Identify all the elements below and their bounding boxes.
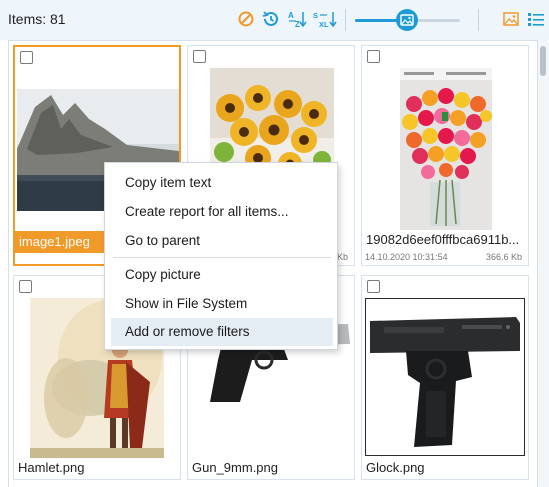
sort-size-icon[interactable]: S XL [313,9,337,29]
item-checkbox[interactable] [367,280,380,293]
vertical-scrollbar-thumb[interactable] [540,46,546,76]
image-view-icon[interactable] [501,9,521,29]
item-name: Hamlet.png [18,460,85,475]
menu-separator [113,257,331,258]
menu-item-go-to-parent[interactable]: Go to parent [111,227,333,255]
history-icon[interactable] [261,9,281,29]
thumbnail-size-slider-thumb[interactable] [396,9,418,31]
sort-alpha-icon[interactable]: AZ [287,9,309,29]
item-checkbox[interactable] [367,50,380,63]
menu-item-create-report[interactable]: Create report for all items... [111,198,333,226]
item-name: Glock.png [366,460,425,475]
toolbar: Items: 81 AZ S XL [0,0,549,40]
item-checkbox[interactable] [20,51,33,64]
menu-item-copy-picture[interactable]: Copy picture [111,261,333,289]
item-name: Gun_9mm.png [192,460,278,475]
svg-text:XL: XL [319,20,329,29]
menu-item-add-or-remove-filters[interactable]: Add or remove filters [111,318,333,346]
details-view-icon[interactable] [526,9,546,29]
grid-item[interactable]: Glock.png [361,275,529,480]
items-count: Items: 81 [8,11,66,27]
menu-item-copy-item-text[interactable]: Copy item text [111,169,333,197]
no-filter-icon[interactable] [236,9,256,29]
item-checkbox[interactable] [19,280,32,293]
item-checkbox[interactable] [193,50,206,63]
context-menu: Copy item text Create report for all ite… [104,162,338,350]
toolbar-separator [345,9,346,31]
svg-text:S: S [313,11,318,20]
item-size: Kb [336,252,348,262]
svg-text:A: A [288,11,294,20]
item-thumbnail [400,68,492,230]
toolbar-separator [478,9,479,31]
item-thumbnail [365,298,525,456]
item-size: 366.6 Kb [485,252,522,262]
menu-item-show-in-file-system[interactable]: Show in File System [111,290,333,318]
grid-item[interactable]: 19082d6eef0fffbca6911b... 14.10.2020 10:… [361,45,529,266]
item-date: 14.10.2020 10:31:54 [365,252,448,262]
vertical-scrollbar[interactable] [538,40,549,487]
item-name: 19082d6eef0fffbca6911b... [366,232,520,247]
